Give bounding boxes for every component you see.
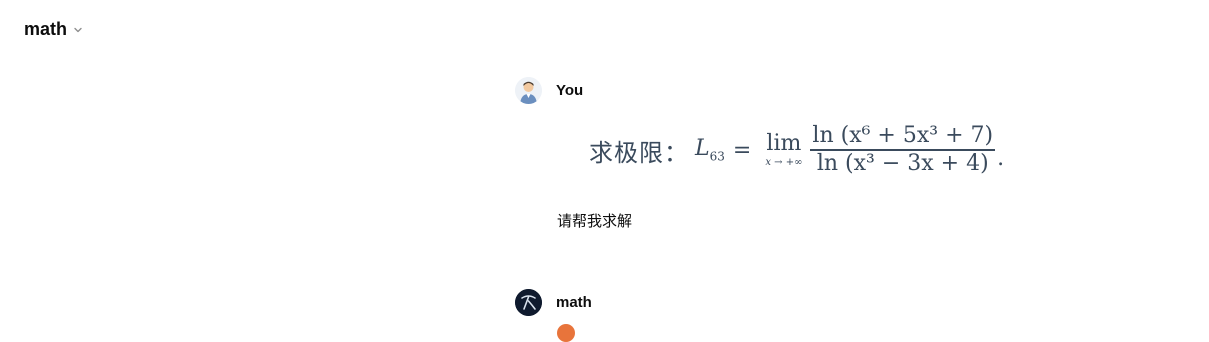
page-title: math bbox=[24, 19, 68, 39]
model-selector[interactable]: math bbox=[24, 19, 83, 40]
assistant-sender-name: math bbox=[556, 294, 592, 311]
formula-limit: lim x → +∞ bbox=[765, 130, 803, 168]
formula-lhs: L63 bbox=[695, 136, 725, 164]
formula-numerator: ln (x⁶ + 5x³ + 7) bbox=[812, 123, 994, 149]
assistant-message-header: math bbox=[515, 289, 592, 316]
bot-avatar-icon bbox=[515, 289, 542, 316]
user-avatar-icon bbox=[515, 77, 542, 104]
chevron-down-icon bbox=[74, 27, 82, 32]
formula-equals: = bbox=[732, 137, 752, 163]
assistant-message: math bbox=[515, 289, 592, 316]
formula-denominator: ln (x³ − 3x + 4) bbox=[816, 150, 989, 176]
formula-fraction: ln (x⁶ + 5x³ + 7) ln (x³ − 3x + 4) bbox=[810, 123, 996, 177]
assistant-status-row bbox=[557, 324, 575, 342]
status-indicator-icon bbox=[557, 324, 575, 342]
formula-prefix: 求极限： bbox=[589, 138, 689, 167]
user-message: You bbox=[515, 77, 583, 104]
user-message-header: You bbox=[515, 77, 583, 104]
formula-period: . bbox=[997, 146, 1005, 171]
user-message-text: 请帮我求解 bbox=[557, 212, 633, 230]
formula: 求极限： L63 = lim x → +∞ ln (x⁶ + 5x³ + 7) … bbox=[589, 119, 1004, 181]
user-sender-name: You bbox=[556, 82, 584, 99]
